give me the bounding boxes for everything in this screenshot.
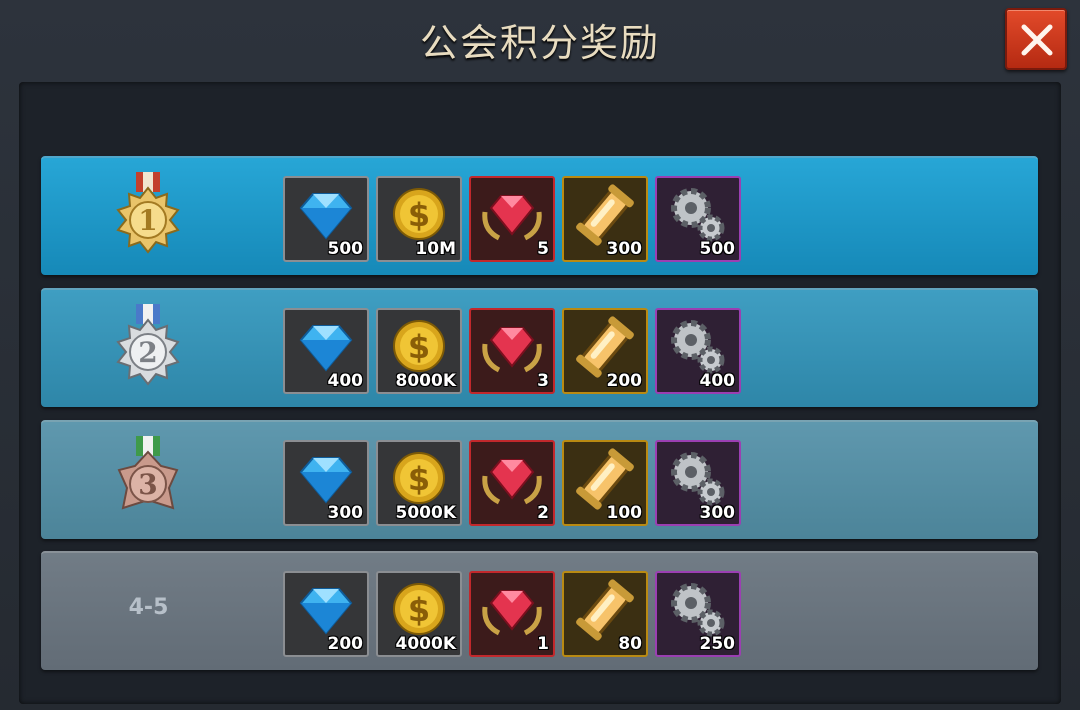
diamond-quantity: 500 [327,239,364,259]
ruby-reward[interactable]: 3 [469,308,555,394]
gold-medal-icon: 1 [116,172,180,254]
ruby-quantity: 2 [537,503,549,523]
ruby-reward[interactable]: 1 [469,571,555,657]
parts-reward[interactable]: 400 [655,308,741,394]
gold-reward[interactable]: $ 4000K [376,571,462,657]
reward-row-rank-3: 3 300 $ 5000K 2 100 300 [41,420,1038,539]
gold-reward[interactable]: $ 8000K [376,308,462,394]
ammo-reward[interactable]: 200 [562,308,648,394]
svg-text:$: $ [408,328,430,366]
medal-rank-number: 1 [138,204,157,237]
gold-quantity: 8000K [395,371,457,391]
medal-rank-number: 2 [138,336,157,369]
gold-quantity: 4000K [395,634,457,654]
ammo-quantity: 300 [606,239,643,259]
reward-row-rank-4-5: 4-5 200 $ 4000K 1 80 250 [41,551,1038,670]
diamond-reward[interactable]: 400 [283,308,369,394]
diamond-reward[interactable]: 500 [283,176,369,262]
reward-row-rank-2: 2 400 $ 8000K 3 200 400 [41,288,1038,407]
gold-quantity: 5000K [395,503,457,523]
ruby-icon [482,459,542,505]
silver-medal-icon: 2 [116,304,180,386]
bronze-medal-icon: 3 [117,436,179,510]
gold-reward[interactable]: $ 5000K [376,440,462,526]
reward-dialog: 公会积分奖励 1 500 $ 10M 5 300 500 2 400 $ 800… [0,0,1080,710]
ammo-quantity: 100 [606,503,643,523]
close-icon [1021,24,1053,56]
diamond-reward[interactable]: 200 [283,571,369,657]
ruby-icon [482,195,542,241]
parts-reward[interactable]: 250 [655,571,741,657]
dialog-title: 公会积分奖励 [419,21,660,65]
gold-quantity: 10M [415,239,456,259]
ruby-quantity: 1 [537,634,549,654]
parts-reward[interactable]: 500 [655,176,741,262]
diamond-quantity: 400 [327,371,364,391]
reward-row-rank-1: 1 500 $ 10M 5 300 500 [41,156,1038,275]
parts-quantity: 300 [699,503,736,523]
medal-rank-number: 3 [138,468,157,501]
ruby-reward[interactable]: 5 [469,176,555,262]
ruby-quantity: 3 [537,371,549,391]
parts-quantity: 400 [699,371,736,391]
ruby-quantity: 5 [537,239,549,259]
diamond-quantity: 200 [327,634,364,654]
ammo-reward[interactable]: 80 [562,571,648,657]
gold-reward[interactable]: $ 10M [376,176,462,262]
parts-quantity: 250 [699,634,736,654]
ruby-icon [482,327,542,373]
ruby-icon [482,590,542,636]
rank-range-label: 4-5 [128,595,169,620]
diamond-quantity: 300 [327,503,364,523]
ammo-reward[interactable]: 100 [562,440,648,526]
ammo-quantity: 200 [606,371,643,391]
svg-text:$: $ [408,591,430,629]
parts-reward[interactable]: 300 [655,440,741,526]
parts-quantity: 500 [699,239,736,259]
ruby-reward[interactable]: 2 [469,440,555,526]
diamond-reward[interactable]: 300 [283,440,369,526]
svg-text:$: $ [408,196,430,234]
close-button[interactable] [1005,8,1067,70]
svg-text:$: $ [408,460,430,498]
ammo-quantity: 80 [618,634,642,654]
ammo-reward[interactable]: 300 [562,176,648,262]
